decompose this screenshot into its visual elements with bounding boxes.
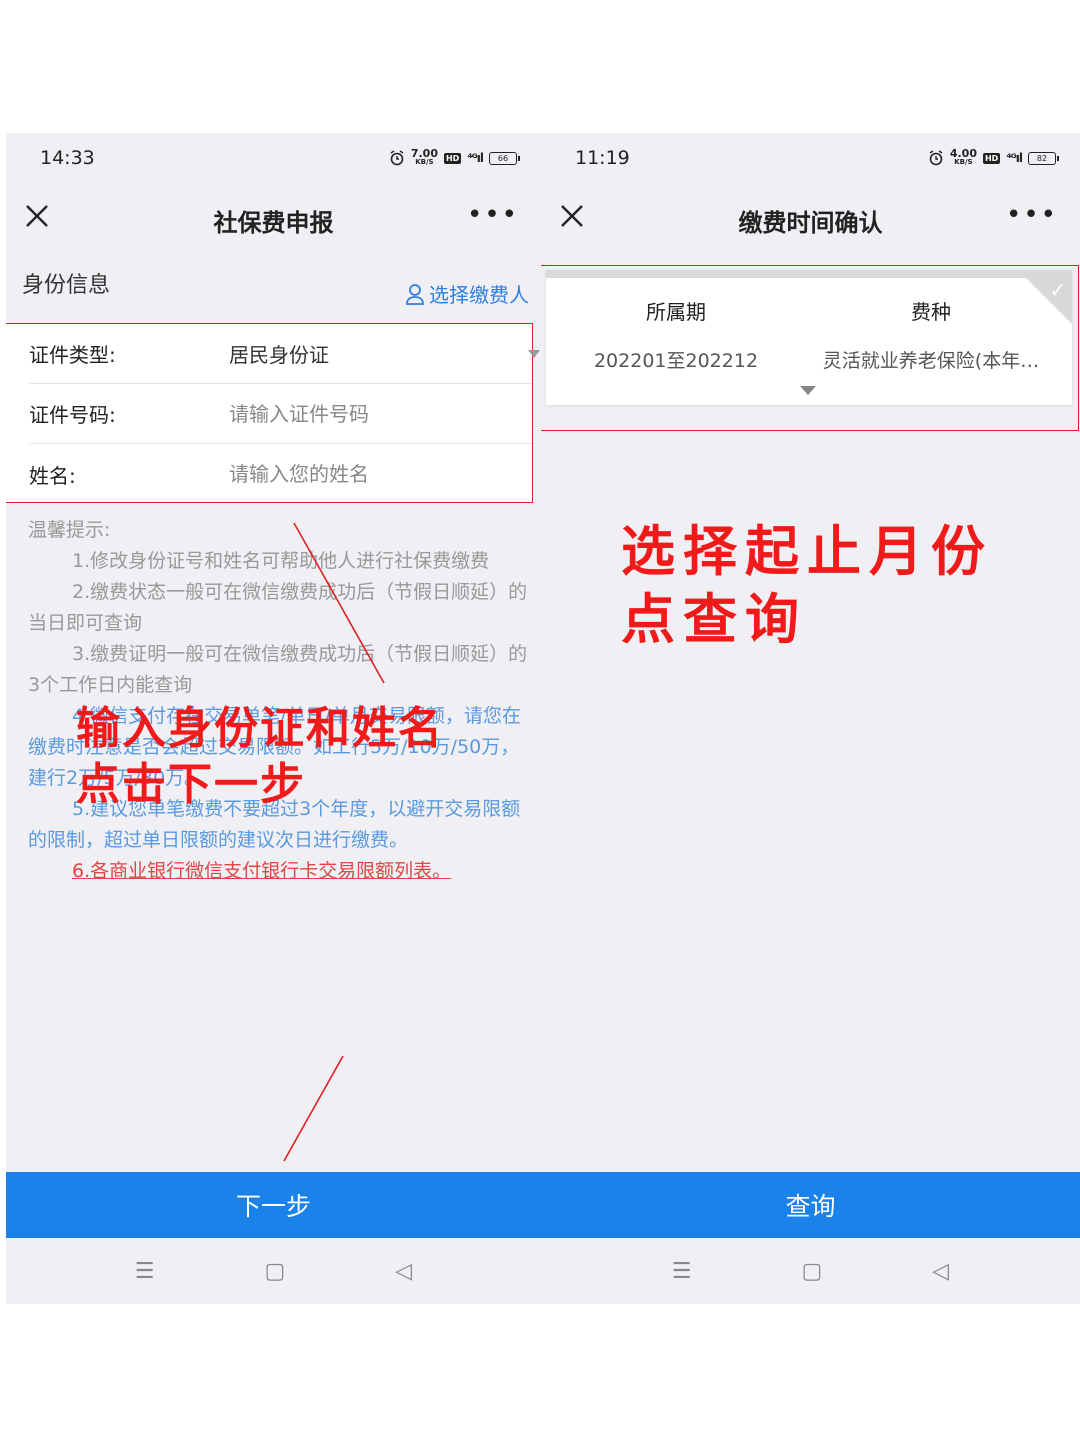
- header-fee-type: 费种: [911, 300, 951, 324]
- system-nav-bar: ☰ ▢ ◁: [6, 1238, 541, 1304]
- query-button[interactable]: 查询: [541, 1172, 1080, 1238]
- fee-type-value: 灵活就业养老保险(本年…: [822, 350, 1040, 372]
- phone-screen-left: 14:33 7.00 KB/S HD ⁴ᴳıl 66 社保费申报 ••• 身份信息…: [6, 133, 541, 1304]
- back-icon[interactable]: ◁: [395, 1259, 412, 1284]
- period-value: 202201至202212: [593, 350, 759, 372]
- header-period: 所属期: [646, 300, 706, 324]
- menu-icon[interactable]: ☰: [672, 1259, 692, 1284]
- battery-icon: 82: [1028, 151, 1059, 165]
- net-speed: 4.00 KB/S: [949, 147, 977, 166]
- home-icon[interactable]: ▢: [802, 1259, 823, 1284]
- status-time: 11:19: [575, 147, 630, 169]
- period-selection: ✓ 所属期 费种 202201至202212 灵活就业养老保险(本年…: [541, 265, 1079, 431]
- hd-icon: HD: [982, 152, 1001, 164]
- page-title: 缴费时间确认: [738, 208, 883, 237]
- phone-screen-right: 11:19 4.00 KB/S HD ⁴ᴳıl 82 缴费时间确认 ••• ✓ 所…: [541, 133, 1080, 1304]
- close-icon[interactable]: [559, 203, 585, 229]
- status-bar: 11:19 4.00 KB/S HD ⁴ᴳıl 82: [541, 133, 1080, 183]
- nav-bar: 缴费时间确认 •••: [541, 183, 1080, 257]
- system-nav-bar: ☰ ▢ ◁: [541, 1238, 1080, 1304]
- status-icons: 4.00 KB/S HD ⁴ᴳıl 82: [928, 147, 1059, 167]
- alarm-icon: [929, 150, 943, 166]
- table-row[interactable]: 202201至202212 灵活就业养老保险(本年…: [546, 346, 1072, 373]
- period-card[interactable]: ✓ 所属期 费种 202201至202212 灵活就业养老保险(本年…: [546, 270, 1072, 405]
- annotation-text: 选择起止月份 点查询: [621, 520, 993, 651]
- menu-icon[interactable]: ☰: [135, 1259, 155, 1284]
- period-table-header: 所属期 费种: [546, 296, 1072, 325]
- annotation-text: 输入身份证和姓名 点击下一步: [76, 703, 444, 810]
- signal-icon: ⁴ᴳıl: [1006, 151, 1023, 165]
- back-icon[interactable]: ◁: [932, 1259, 949, 1284]
- expand-caret-icon[interactable]: [800, 386, 816, 395]
- home-icon[interactable]: ▢: [265, 1259, 286, 1284]
- next-step-button[interactable]: 下一步: [6, 1172, 541, 1238]
- more-icon[interactable]: •••: [1006, 202, 1058, 228]
